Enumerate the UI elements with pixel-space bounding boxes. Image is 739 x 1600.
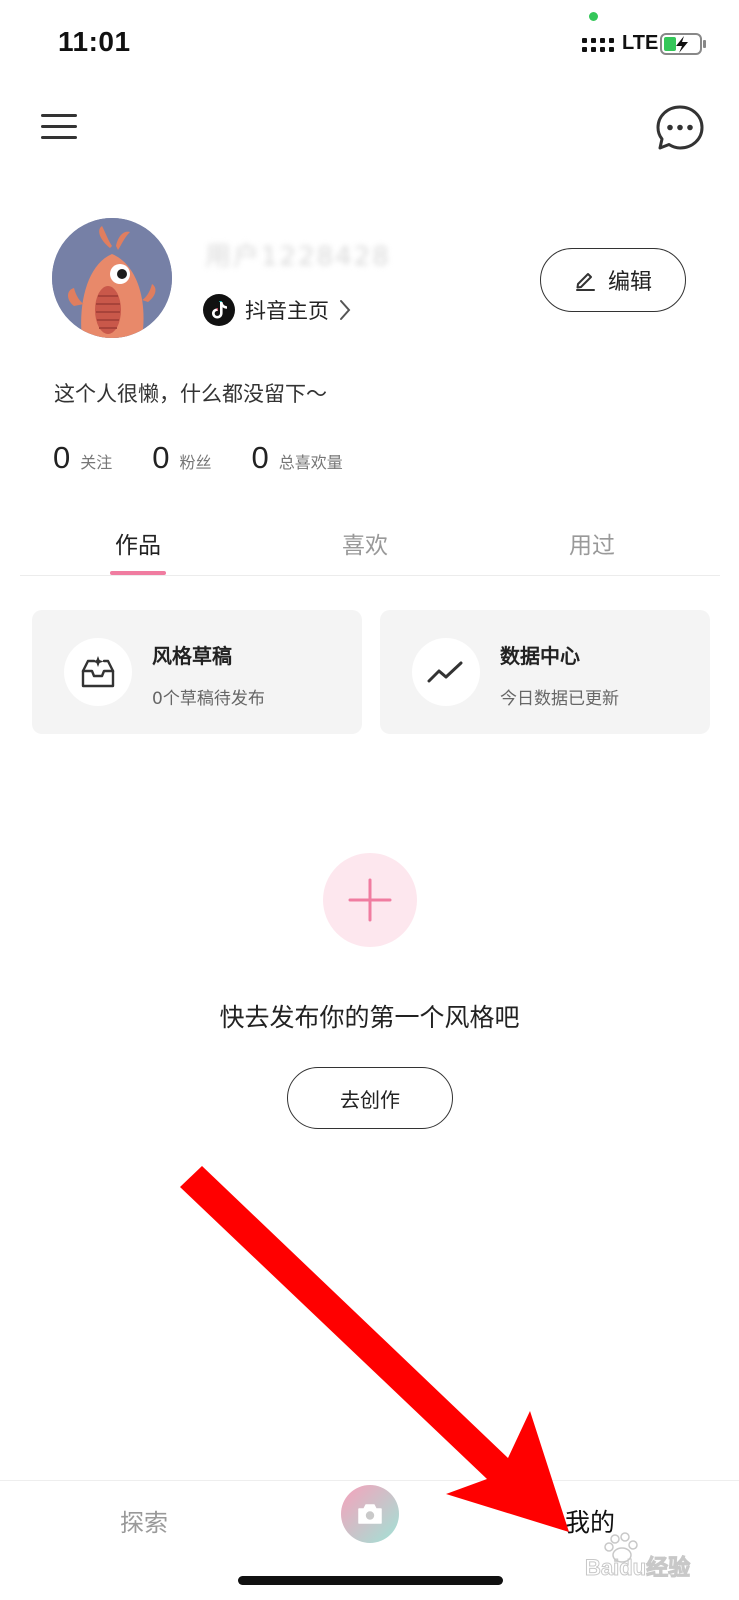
tab-works[interactable]: 作品: [115, 526, 161, 560]
bio-text: 这个人很懒，什么都没留下～: [54, 382, 327, 406]
inbox-sparkle-icon: [64, 638, 132, 706]
status-time: 11:01: [58, 26, 131, 57]
home-indicator: [238, 1576, 503, 1585]
card-subtitle: 0个草稿待发布: [152, 689, 265, 709]
edit-profile-button[interactable]: 编辑: [540, 248, 686, 312]
card-subtitle: 今日数据已更新: [500, 689, 619, 709]
douyin-homepage-label: 抖音主页: [245, 299, 329, 323]
stat-total-likes[interactable]: 0 总喜欢量: [252, 440, 343, 476]
menu-icon[interactable]: [40, 110, 78, 144]
trend-line-icon: [412, 638, 480, 706]
signal-icon: [582, 38, 614, 52]
stat-value: 0: [53, 440, 71, 475]
go-create-button[interactable]: 去创作: [287, 1067, 453, 1129]
stat-label: 关注: [80, 453, 113, 472]
card-title: 风格草稿: [152, 644, 232, 668]
tab-likes[interactable]: 喜欢: [342, 526, 388, 560]
plus-icon: [348, 878, 392, 922]
data-center-card[interactable]: 数据中心 今日数据已更新: [380, 610, 710, 734]
status-bar: 11:01 LTE: [0, 0, 739, 90]
stat-label: 总喜欢量: [278, 453, 343, 472]
pencil-icon: [575, 273, 595, 291]
douyin-homepage-link[interactable]: 抖音主页: [203, 292, 351, 328]
battery-icon: [660, 33, 706, 55]
top-bar: [0, 96, 739, 166]
content-tabs: 作品 喜欢 用过: [20, 520, 720, 576]
active-tab-indicator: [110, 571, 166, 575]
bottom-nav: 探索 我的 Baidu经验: [0, 1480, 739, 1600]
username: 用户1228428: [205, 242, 391, 272]
tiktok-logo-icon: [203, 294, 235, 326]
privacy-indicator-dot: [589, 12, 598, 21]
card-title: 数据中心: [500, 644, 580, 668]
style-drafts-card[interactable]: 风格草稿 0个草稿待发布: [32, 610, 362, 734]
add-style-button[interactable]: [323, 853, 417, 947]
nav-explore[interactable]: 探索: [120, 1503, 168, 1538]
baidu-watermark: Baidu经验: [585, 1532, 691, 1579]
stats-row: 0 关注 0 粉丝 0 总喜欢量: [53, 440, 383, 476]
camera-button[interactable]: [341, 1485, 399, 1543]
network-type: LTE: [622, 32, 659, 54]
go-create-label: 去创作: [340, 1087, 400, 1112]
stat-followers[interactable]: 0 粉丝: [152, 440, 211, 476]
stat-value: 0: [152, 440, 170, 475]
stat-following[interactable]: 0 关注: [53, 440, 112, 476]
camera-icon: [358, 1504, 382, 1524]
tab-used[interactable]: 用过: [569, 526, 615, 560]
empty-state-text: 快去发布你的第一个风格吧: [219, 1003, 520, 1032]
chevron-right-icon: [340, 300, 351, 320]
edit-button-label: 编辑: [607, 270, 652, 295]
stat-value: 0: [251, 440, 269, 475]
stat-label: 粉丝: [179, 453, 212, 472]
avatar-shrimp-icon: [52, 218, 172, 338]
message-icon[interactable]: [655, 104, 705, 152]
svg-text:Baidu经验: Baidu经验: [585, 1555, 690, 1579]
avatar[interactable]: [52, 218, 172, 338]
